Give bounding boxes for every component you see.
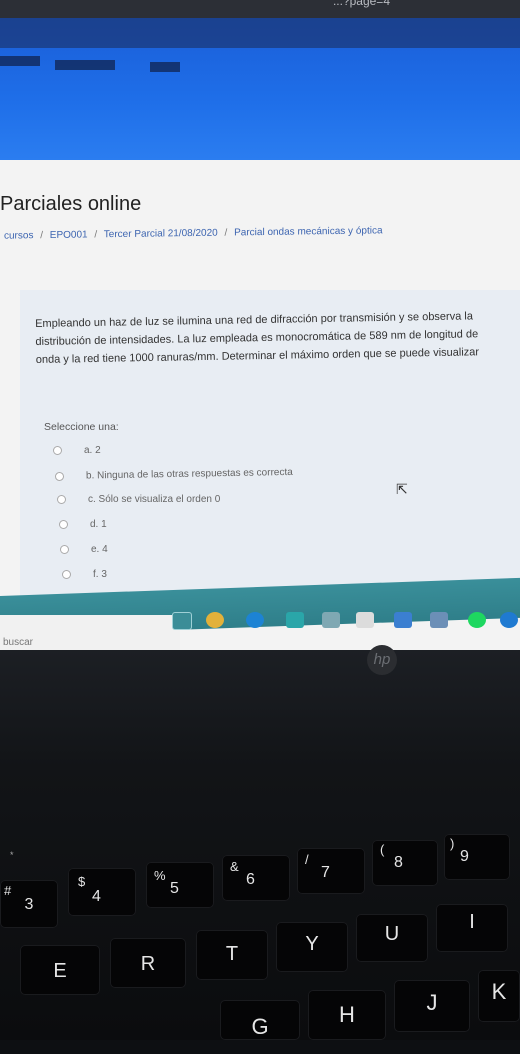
select-prompt: Seleccione una: bbox=[44, 421, 119, 433]
hp-logo: hp bbox=[367, 645, 397, 675]
key-letter: J bbox=[426, 990, 438, 1015]
key-9[interactable]: ) 9 bbox=[444, 834, 510, 880]
banner-logo-fragment bbox=[150, 62, 180, 72]
key-k[interactable]: K bbox=[478, 970, 520, 1022]
key-digit: 8 bbox=[394, 854, 403, 871]
option-label: a. 2 bbox=[84, 445, 101, 456]
key-symbol: ( bbox=[380, 842, 385, 857]
key-7[interactable]: / 7 bbox=[297, 848, 365, 894]
key-symbol: ) bbox=[450, 836, 455, 851]
spotify-icon[interactable] bbox=[468, 612, 486, 628]
radio-button-icon[interactable] bbox=[53, 445, 62, 455]
breadcrumb-separator: / bbox=[224, 227, 228, 239]
app-icon[interactable] bbox=[246, 612, 264, 628]
chrome-icon[interactable] bbox=[206, 612, 224, 628]
breadcrumb: cursos / EPO001 / Tercer Parcial 21/08/2… bbox=[4, 225, 383, 241]
breadcrumb-item[interactable]: cursos bbox=[4, 230, 33, 241]
monitor-screen: ...?page=4 Parciales online cursos / EPO… bbox=[0, 0, 520, 650]
key-letter: U bbox=[384, 923, 400, 945]
key-symbol: / bbox=[305, 852, 309, 867]
key-letter: E bbox=[53, 960, 67, 982]
key-u[interactable]: U bbox=[356, 914, 428, 962]
key-letter: T bbox=[225, 943, 239, 965]
key-symbol: & bbox=[230, 859, 239, 874]
folder-icon[interactable] bbox=[322, 612, 340, 628]
key-y[interactable]: Y bbox=[276, 922, 348, 972]
key-letter: Y bbox=[305, 933, 319, 955]
mouse-cursor-icon: ⇱ bbox=[396, 481, 408, 497]
key-letter: R bbox=[140, 953, 156, 975]
option-label: f. 3 bbox=[93, 569, 107, 580]
breadcrumb-separator: / bbox=[40, 230, 44, 242]
key-digit: 9 bbox=[460, 848, 469, 865]
key-letter: K bbox=[491, 979, 507, 1004]
key-4[interactable]: $ 4 bbox=[68, 868, 136, 916]
key-letter: H bbox=[339, 1002, 355, 1027]
address-bar-text[interactable]: ...?page=4 bbox=[333, 0, 390, 8]
answer-option-e[interactable]: e. 4 bbox=[60, 544, 108, 555]
key-digit: 5 bbox=[170, 880, 179, 897]
key-5[interactable]: % 5 bbox=[146, 862, 214, 908]
option-label: e. 4 bbox=[91, 544, 108, 555]
banner-logo-fragment bbox=[0, 56, 40, 66]
key-symbol: # bbox=[4, 883, 12, 898]
radio-button-icon[interactable] bbox=[57, 494, 66, 504]
option-label: c. Sólo se visualiza el orden 0 bbox=[88, 494, 221, 505]
radio-button-icon[interactable] bbox=[60, 544, 69, 554]
breadcrumb-separator: / bbox=[94, 229, 98, 241]
breadcrumb-item[interactable]: EPO001 bbox=[50, 229, 88, 241]
radio-button-icon[interactable] bbox=[62, 569, 71, 579]
key-symbol: $ bbox=[78, 874, 86, 889]
key-6[interactable]: & 6 bbox=[222, 855, 290, 901]
key-digit: 7 bbox=[321, 864, 330, 881]
key-symbol: % bbox=[154, 868, 166, 883]
key-letter: I bbox=[469, 911, 475, 933]
option-label: d. 1 bbox=[90, 519, 107, 530]
key-3[interactable]: # 3 bbox=[0, 880, 58, 928]
browser-top-bar: ...?page=4 bbox=[0, 0, 520, 18]
task-view-icon[interactable] bbox=[172, 612, 192, 630]
key-letter: G bbox=[251, 1014, 269, 1039]
key-digit: 4 bbox=[92, 888, 101, 905]
answer-option-c[interactable]: c. Sólo se visualiza el orden 0 bbox=[57, 494, 220, 505]
key-digit: 6 bbox=[246, 871, 255, 888]
banner-shadow bbox=[0, 18, 520, 48]
edge-icon[interactable] bbox=[500, 612, 518, 628]
radio-button-icon[interactable] bbox=[59, 519, 68, 529]
breadcrumb-item[interactable]: Tercer Parcial 21/08/2020 bbox=[104, 228, 218, 241]
key-digit: 3 bbox=[24, 896, 34, 913]
breadcrumb-item[interactable]: Parcial ondas mecánicas y óptica bbox=[234, 225, 382, 238]
key-t[interactable]: T bbox=[196, 930, 268, 980]
fkey-label: * bbox=[10, 850, 14, 860]
key-i[interactable]: I bbox=[436, 904, 508, 952]
key-h[interactable]: H bbox=[308, 990, 386, 1040]
answer-option-f[interactable]: f. 3 bbox=[62, 569, 107, 580]
radio-button-icon[interactable] bbox=[54, 471, 65, 481]
key-g[interactable]: G bbox=[220, 1000, 300, 1040]
page-title: Parciales online bbox=[0, 193, 142, 215]
key-e[interactable]: E bbox=[20, 945, 100, 995]
app-icon[interactable] bbox=[286, 612, 304, 628]
answer-option-d[interactable]: d. 1 bbox=[59, 519, 107, 530]
dropbox-icon[interactable] bbox=[394, 612, 412, 628]
question-text: Empleando un haz de luz se ilumina una r… bbox=[35, 310, 480, 366]
store-icon[interactable] bbox=[356, 612, 374, 628]
app-icon[interactable] bbox=[430, 612, 448, 628]
banner-logo-fragment bbox=[55, 60, 115, 70]
search-input[interactable]: buscar bbox=[3, 637, 33, 648]
key-8[interactable]: ( 8 bbox=[372, 840, 438, 886]
key-j[interactable]: J bbox=[394, 980, 470, 1032]
answer-option-a[interactable]: a. 2 bbox=[53, 445, 101, 456]
key-r[interactable]: R bbox=[110, 938, 186, 988]
